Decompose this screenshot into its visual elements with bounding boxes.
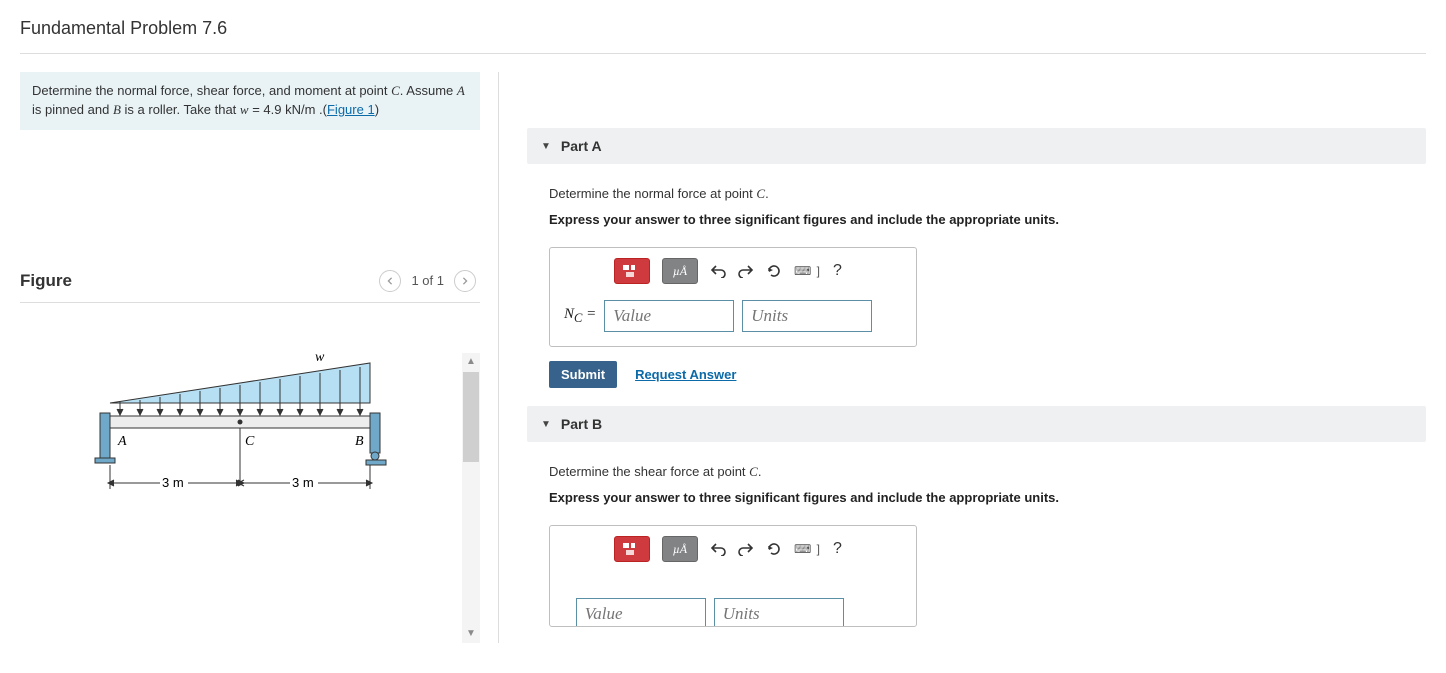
help-icon[interactable]: ? [833,540,842,558]
keyboard-icon[interactable]: ⌨ ] [794,542,821,556]
svg-text:3 m: 3 m [292,475,314,490]
scroll-down-icon[interactable]: ▼ [462,625,480,643]
units-input[interactable] [714,598,844,626]
submit-button[interactable]: Submit [549,361,617,388]
units-icon[interactable]: µÅ [662,258,698,284]
svg-text:C: C [245,434,255,449]
left-column: Determine the normal force, shear force,… [20,72,480,643]
figure-heading: Figure [20,271,375,291]
page-title: Fundamental Problem 7.6 [20,18,1426,39]
reset-icon[interactable] [766,541,782,557]
value-input[interactable] [604,300,734,332]
redo-icon[interactable] [738,264,754,278]
keyboard-icon[interactable]: ⌨ ] [794,264,821,278]
templates-icon[interactable] [614,258,650,284]
collapse-icon: ▼ [541,419,551,430]
problem-statement: Determine the normal force, shear force,… [20,72,480,130]
figure-next-button[interactable] [454,270,476,292]
svg-text:B: B [355,434,364,449]
svg-text:w: w [315,353,325,365]
right-column: ▼ Part A Determine the normal force at p… [498,72,1426,643]
value-input[interactable] [576,598,706,626]
reset-icon[interactable] [766,263,782,279]
figure-counter: 1 of 1 [411,273,444,288]
scroll-up-icon[interactable]: ▲ [462,353,480,371]
variable-label: NC = [564,306,596,326]
part-a-header[interactable]: ▼ Part A [527,128,1426,164]
collapse-icon: ▼ [541,141,551,152]
answer-box-a: µÅ ⌨ ] ? [549,247,917,347]
part-b-instruction: Express your answer to three significant… [549,490,1404,505]
svg-text:3 m: 3 m [162,475,184,490]
part-b-label: Part B [561,416,602,432]
part-a-question: Determine the normal force at point C. [549,186,1404,202]
figure-scrollbar[interactable]: ▲ ▼ [462,353,480,643]
part-a-instruction: Express your answer to three significant… [549,212,1404,227]
scroll-thumb[interactable] [463,372,479,462]
part-b: ▼ Part B Determine the shear force at po… [527,406,1426,635]
templates-icon[interactable] [614,536,650,562]
redo-icon[interactable] [738,542,754,556]
undo-icon[interactable] [710,542,726,556]
part-b-question: Determine the shear force at point C. [549,464,1404,480]
answer-box-b: µÅ ⌨ ] ? [549,525,917,627]
help-icon[interactable]: ? [833,262,842,280]
figure-prev-button[interactable] [379,270,401,292]
variable-label [564,606,568,623]
divider [20,53,1426,54]
request-answer-link[interactable]: Request Answer [635,367,736,382]
figure-viewport: w A C B [20,353,480,643]
units-icon[interactable]: µÅ [662,536,698,562]
figure-link[interactable]: Figure 1 [327,102,375,117]
undo-icon[interactable] [710,264,726,278]
units-input[interactable] [742,300,872,332]
part-a-label: Part A [561,138,602,154]
figure-divider [20,302,480,303]
part-a: ▼ Part A Determine the normal force at p… [527,128,1426,396]
svg-text:A: A [117,434,127,449]
figure-image: w A C B [90,353,390,533]
part-b-header[interactable]: ▼ Part B [527,406,1426,442]
